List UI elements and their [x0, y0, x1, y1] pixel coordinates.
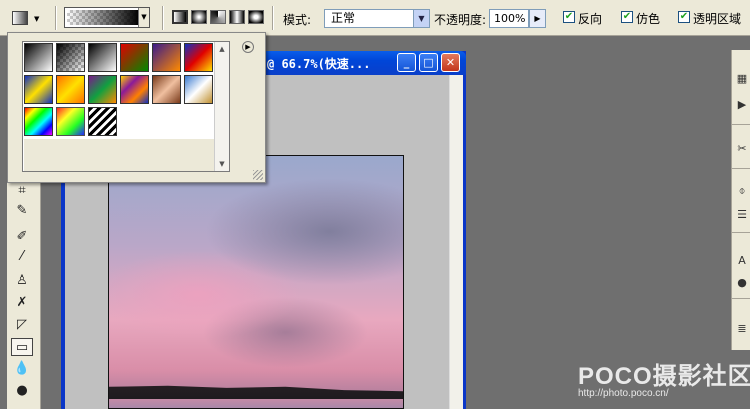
- tools-icon[interactable]: ✂: [735, 142, 749, 156]
- gradient-swatch-transparent-rainbow[interactable]: [56, 107, 85, 136]
- dither-checkbox[interactable]: ✔: [621, 11, 633, 23]
- crop-icon[interactable]: ⌗: [11, 182, 33, 200]
- vertical-scrollbar[interactable]: [449, 75, 463, 409]
- divider: [55, 6, 57, 30]
- document-title: @ 66.7%(快速...: [267, 57, 371, 71]
- minimize-icon[interactable]: _: [397, 53, 416, 72]
- clone-stamp-icon[interactable]: ♙: [11, 272, 33, 290]
- options-bar: ▼ ▼ 模式: 正常 ▼ 不透明度: 100% ▶ ✔ 反向 ✔ 仿色 ✔ 透明…: [0, 0, 750, 36]
- divider: [272, 6, 274, 30]
- brush-preset-icon[interactable]: ⌽: [735, 184, 749, 198]
- chevron-up-icon[interactable]: ▲: [217, 44, 227, 54]
- paragraph-icon[interactable]: ≣: [735, 322, 749, 336]
- divider: [732, 232, 750, 233]
- layers-icon[interactable]: ☰: [735, 208, 749, 222]
- popup-menu-icon[interactable]: ▶: [242, 41, 254, 53]
- resize-grip-icon[interactable]: [253, 170, 263, 180]
- tool-preset-picker[interactable]: ▼: [8, 8, 46, 28]
- swatch-scrollbar[interactable]: ▲ ▼: [214, 42, 229, 171]
- gradient-swatch-violet-green-orange[interactable]: [88, 75, 117, 104]
- dodge-icon[interactable]: ●: [11, 382, 33, 400]
- current-gradient-swatch[interactable]: [67, 10, 139, 25]
- chevron-right-icon[interactable]: ▶: [529, 9, 546, 28]
- watermark: POCO摄影社区 http://photo.poco.cn/: [578, 356, 750, 399]
- gradient-swatch-spectrum[interactable]: [24, 107, 53, 136]
- chevron-down-icon[interactable]: ▼: [138, 8, 149, 27]
- opacity-field[interactable]: 100%: [489, 9, 529, 28]
- gradient-picker[interactable]: ▼: [64, 7, 150, 28]
- chevron-down-icon[interactable]: ▼: [413, 10, 429, 27]
- transparency-label: 透明区域: [693, 12, 742, 26]
- dot-icon[interactable]: ●: [735, 276, 749, 290]
- angle-gradient-icon[interactable]: [210, 10, 226, 24]
- gradient-tool-icon: [12, 11, 28, 25]
- canvas-photo[interactable]: [108, 155, 404, 409]
- gradient-preset-popup: ▲ ▼ ▶: [7, 32, 266, 183]
- gradient-swatch-transparent-stripes[interactable]: [88, 107, 117, 136]
- gradient-swatch-list: ▲ ▼: [22, 41, 230, 172]
- photo-water: [109, 399, 403, 408]
- gradient-swatch-yellow-violet-orange-blue[interactable]: [120, 75, 149, 104]
- chevron-down-icon: ▼: [34, 15, 40, 23]
- palette-icon[interactable]: ▦: [735, 72, 749, 86]
- swatch-list-empty-area: [24, 139, 215, 171]
- maximize-icon[interactable]: □: [419, 53, 438, 72]
- gradient-swatch-blue-yellow-blue[interactable]: [24, 75, 53, 104]
- mode-select[interactable]: 正常 ▼: [324, 9, 430, 28]
- linear-gradient-icon[interactable]: [172, 10, 188, 24]
- divider: [732, 124, 750, 125]
- divider: [162, 6, 164, 30]
- play-icon[interactable]: ▶: [735, 98, 749, 112]
- eraser-icon[interactable]: ◸: [11, 316, 33, 334]
- palette-well: ▦ ▶ ✂ ⌽ ☰ A ● ≣: [731, 50, 750, 350]
- gradient-swatch-orange-yellow-orange[interactable]: [56, 75, 85, 104]
- gradient-swatch-chrome[interactable]: [184, 75, 213, 104]
- mode-label: 模式:: [283, 13, 312, 27]
- gradient-swatch-violet-orange[interactable]: [152, 43, 181, 72]
- gradient-swatch-black-white[interactable]: [24, 43, 53, 72]
- blur-icon[interactable]: 💧: [11, 360, 33, 378]
- dither-label: 仿色: [636, 12, 661, 26]
- brush-icon[interactable]: ⁄: [11, 248, 33, 266]
- divider: [732, 168, 750, 169]
- gradient-icon[interactable]: ▭: [11, 338, 33, 356]
- slice-icon[interactable]: ✎: [11, 202, 33, 220]
- radial-gradient-icon[interactable]: [191, 10, 207, 24]
- photo-shoreline: [109, 385, 403, 400]
- diamond-gradient-icon[interactable]: [248, 10, 264, 24]
- opacity-label: 不透明度:: [434, 13, 487, 27]
- gradient-swatch-red-green[interactable]: [120, 43, 149, 72]
- gradient-swatch-blue-red-yellow[interactable]: [184, 43, 213, 72]
- divider: [732, 298, 750, 299]
- text-icon[interactable]: A: [735, 254, 749, 268]
- reverse-checkbox[interactable]: ✔: [563, 11, 575, 23]
- gradient-swatch-foreground-transparent[interactable]: [56, 43, 85, 72]
- mode-value: 正常: [331, 11, 356, 25]
- chevron-down-icon[interactable]: ▼: [217, 159, 227, 169]
- history-brush-icon[interactable]: ✗: [11, 294, 33, 312]
- healing-brush-icon[interactable]: ✐: [11, 228, 33, 246]
- reverse-label: 反向: [578, 12, 603, 26]
- gradient-swatch-copper[interactable]: [152, 75, 181, 104]
- reflected-gradient-icon[interactable]: [229, 10, 245, 24]
- watermark-brand: POCO摄影社区: [578, 363, 750, 390]
- gradient-swatch-black-white-2[interactable]: [88, 43, 117, 72]
- close-icon[interactable]: ✕: [441, 53, 460, 72]
- transparency-checkbox[interactable]: ✔: [678, 11, 690, 23]
